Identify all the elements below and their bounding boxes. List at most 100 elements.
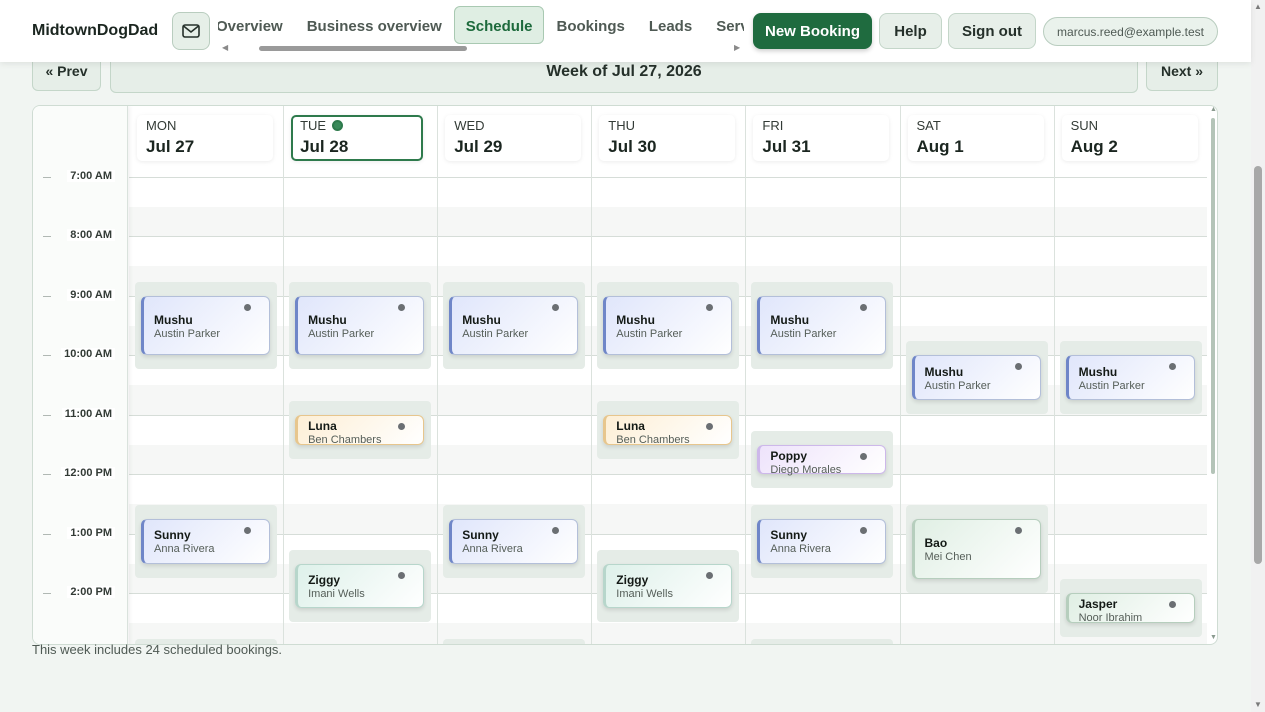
day-of-week: FRI (762, 118, 889, 133)
booking-card[interactable]: Mushu Austin Parker (295, 295, 425, 356)
day-column-divider (283, 106, 285, 644)
help-button[interactable]: Help (879, 13, 942, 49)
booking-owner-name: Austin Parker (616, 327, 683, 340)
nav-scroll-thumb[interactable] (259, 46, 467, 51)
booking-card[interactable]: Mushu Austin Parker (603, 295, 733, 356)
booking-owner-name: Anna Rivera (154, 543, 215, 556)
time-label: 9:00 AM (67, 288, 115, 301)
booking-owner-name: Austin Parker (308, 327, 375, 340)
booking-card[interactable]: Mushu Austin Parker (911, 355, 1041, 401)
booking-pet-name: Bao (924, 535, 948, 550)
booking-card[interactable]: Sunny Anna Rivera (757, 519, 887, 564)
day-column-divider (899, 106, 901, 644)
booking-pet-name: Mushu (1078, 364, 1118, 379)
booking-card[interactable]: Sunny Anna Rivera (141, 519, 270, 564)
day-of-week-label: SUN (1070, 118, 1099, 133)
nav-tab-overview[interactable]: Overview (218, 6, 295, 44)
day-header-fri[interactable]: FRI Jul 31 (753, 115, 890, 161)
status-dot-icon (706, 571, 714, 579)
day-header-tue[interactable]: TUE Jul 28 (291, 115, 424, 161)
day-of-week: THU (608, 118, 735, 133)
booking-card[interactable]: Ziggy Imani Wells (603, 563, 733, 609)
page-scrollbar[interactable]: ▲ ▼ (1251, 0, 1265, 712)
booking-pet-name: Luna (308, 418, 337, 433)
scroll-left-icon[interactable]: ◀ (222, 43, 228, 52)
half-hour-band (129, 623, 1207, 644)
nav-tab-services[interactable]: Services (704, 6, 744, 44)
status-dot-icon (552, 303, 560, 311)
calendar-scrollbar[interactable]: ▲ ▼ (1209, 106, 1217, 644)
booking-pet-name: Sunny (462, 528, 499, 543)
booking-slot (751, 638, 894, 644)
booking-card[interactable]: Mushu Austin Parker (141, 295, 270, 356)
nav-tab-bookings[interactable]: Bookings (544, 6, 636, 44)
day-of-week-label: FRI (762, 118, 784, 133)
booking-card[interactable]: Bao Mei Chen (911, 519, 1041, 579)
calendar-grid[interactable]: Mushu Austin Parker Mushu Austin Parker Mush… (129, 106, 1207, 644)
scroll-up-icon[interactable]: ▲ (1210, 106, 1217, 113)
status-dot-icon (706, 303, 714, 311)
booking-card[interactable]: Mushu Austin Parker (1065, 355, 1195, 401)
brand-name[interactable]: MidtownDogDad (32, 22, 158, 40)
day-of-week: MON (146, 118, 273, 133)
time-tick (43, 593, 51, 595)
scroll-right-icon[interactable]: ▶ (734, 43, 740, 52)
today-indicator-icon (332, 120, 344, 131)
booking-card[interactable]: Sunny Anna Rivera (449, 519, 579, 564)
day-date: Jul 30 (608, 137, 657, 156)
booking-card[interactable]: Mushu Austin Parker (757, 295, 887, 356)
day-of-week: WED (454, 118, 581, 133)
page-scroll-down-icon[interactable]: ▼ (1254, 700, 1262, 709)
app-header: MidtownDogDad Overview Business overview S… (0, 0, 1251, 62)
day-header-sun[interactable]: SUN Aug 2 (1061, 115, 1198, 161)
booking-card[interactable]: Poppy Diego Morales (757, 444, 887, 476)
hour-gridline (129, 236, 1207, 238)
day-of-week-label: MON (146, 118, 177, 133)
booking-card[interactable]: Luna Ben Chambers (295, 414, 425, 446)
nav-tab-leads[interactable]: Leads (637, 6, 704, 44)
booking-owner-name: Imani Wells (308, 588, 365, 600)
booking-card[interactable]: Ziggy Imani Wells (295, 563, 425, 609)
new-booking-button[interactable]: New Booking (753, 13, 872, 49)
day-header-wed[interactable]: WED Jul 29 (445, 115, 582, 161)
day-header-thu[interactable]: THU Jul 30 (599, 115, 736, 161)
calendar-scroll-thumb[interactable] (1211, 118, 1215, 474)
day-header-sat[interactable]: SAT Aug 1 (907, 115, 1044, 161)
day-column-divider (437, 106, 439, 644)
time-label: 2:00 PM (67, 586, 115, 599)
time-label: 8:00 AM (67, 229, 115, 242)
time-tick (43, 533, 51, 535)
hour-gridline (129, 474, 1207, 476)
time-label: 1:00 PM (67, 526, 115, 539)
nav-scrollbar[interactable]: ◀ ▶ (222, 42, 742, 54)
day-column-divider (591, 106, 593, 644)
booking-card[interactable]: Luna Ben Chambers (603, 414, 733, 446)
nav-tab-schedule[interactable]: Schedule (453, 6, 545, 44)
day-of-week: SUN (1071, 118, 1198, 133)
day-column-divider (1053, 106, 1055, 644)
booking-card[interactable]: Jasper Noor Ibrahim (1065, 593, 1195, 624)
booking-owner-name: Anna Rivera (770, 543, 831, 556)
scroll-down-icon[interactable]: ▼ (1210, 634, 1217, 641)
mail-button[interactable] (172, 12, 210, 50)
booking-slot (443, 638, 586, 644)
day-header-mon[interactable]: MON Jul 27 (137, 115, 273, 161)
day-column-divider (745, 106, 747, 644)
booking-pet-name: Mushu (308, 312, 347, 327)
status-dot-icon (1014, 363, 1022, 371)
page-scroll-up-icon[interactable]: ▲ (1254, 2, 1262, 11)
booking-pet-name: Jasper (1078, 597, 1118, 612)
status-dot-icon (244, 527, 251, 535)
booking-owner-name: Anna Rivera (462, 543, 523, 556)
day-of-week-label: TUE (300, 118, 327, 133)
booking-card[interactable]: Mushu Austin Parker (449, 295, 579, 356)
time-label: 11:00 AM (61, 407, 115, 420)
hour-gridline (129, 176, 1207, 178)
page-scroll-thumb[interactable] (1254, 166, 1262, 564)
nav-tab-business-overview[interactable]: Business overview (295, 6, 454, 44)
time-tick (43, 474, 51, 476)
booking-owner-name: Mei Chen (924, 550, 972, 563)
sign-out-button[interactable]: Sign out (948, 13, 1036, 49)
status-dot-icon (1014, 527, 1022, 535)
day-of-week-label: WED (454, 118, 485, 133)
